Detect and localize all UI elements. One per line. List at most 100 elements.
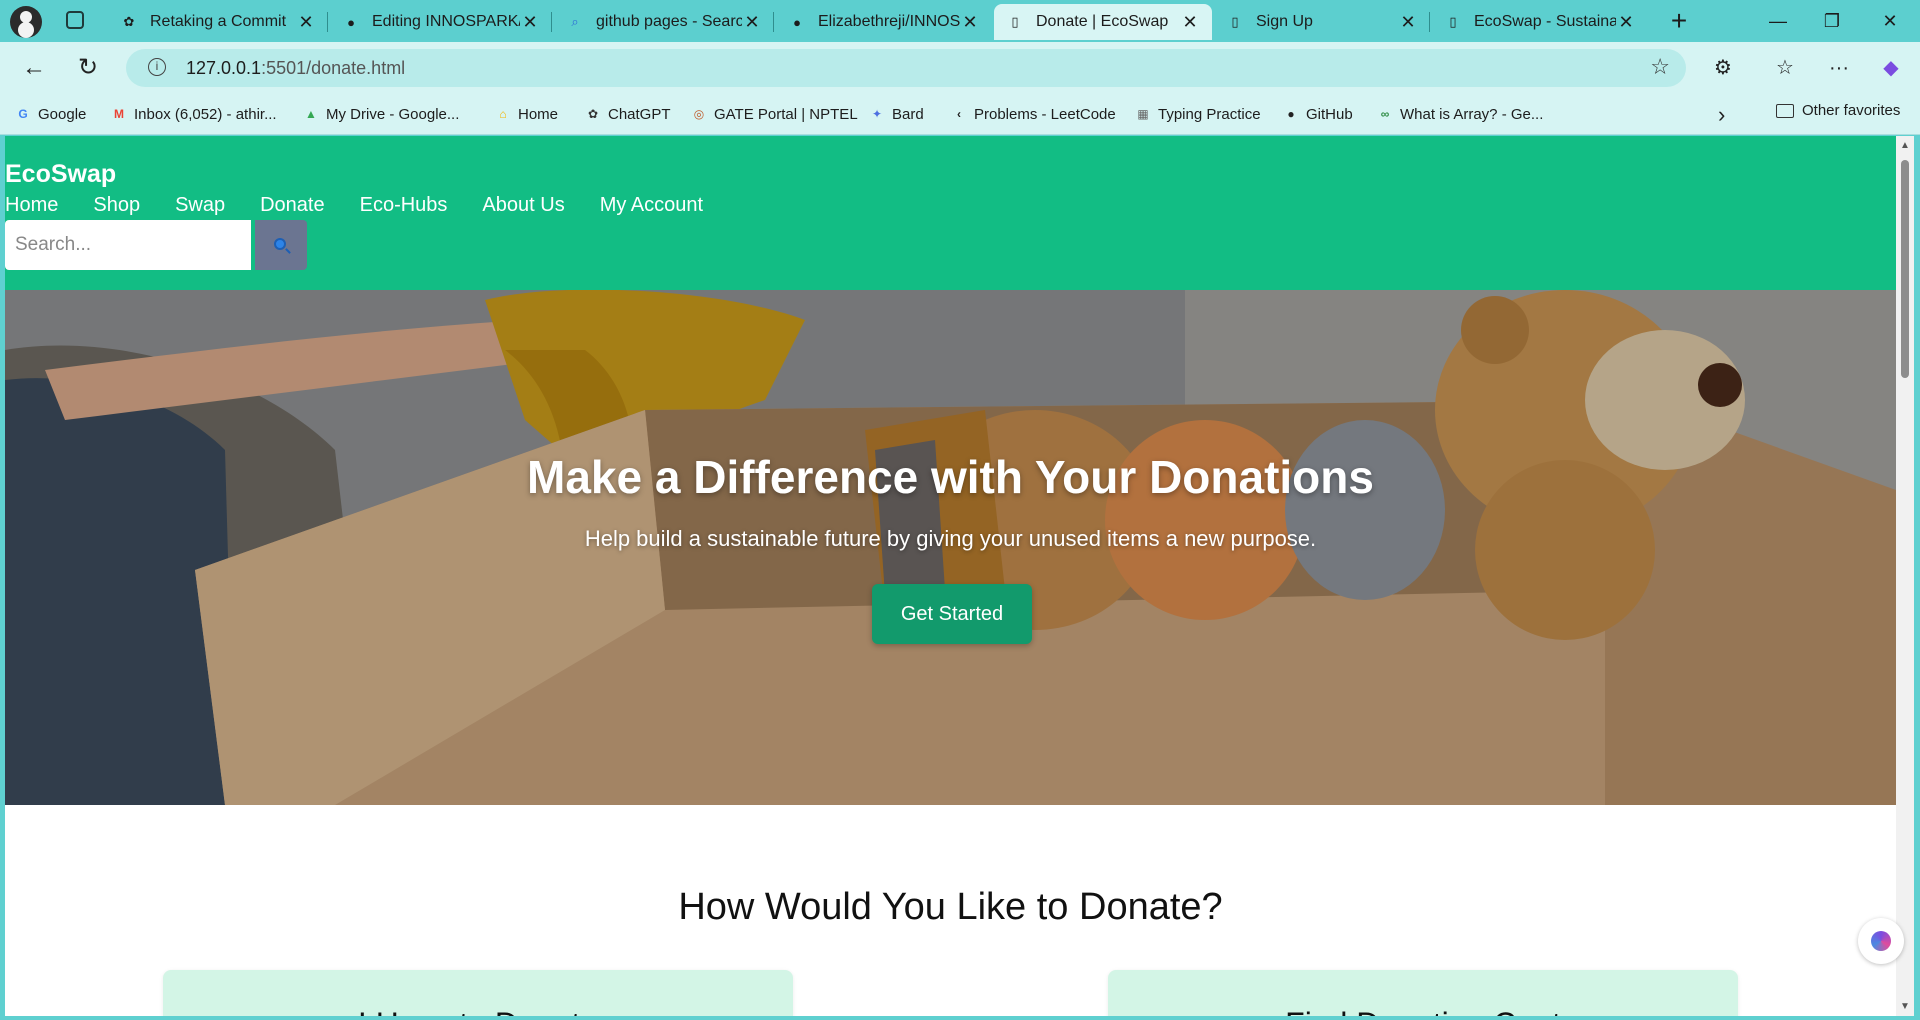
browser-tab-active[interactable]: ▯ Donate | EcoSwap ✕ — [994, 4, 1212, 40]
close-tab-icon[interactable]: ✕ — [1398, 12, 1418, 33]
github-icon: ● — [1287, 107, 1295, 121]
url-path: :5501/donate.html — [261, 58, 406, 78]
back-arrow-icon[interactable]: ← — [18, 52, 50, 84]
chatgpt-icon: ✿ — [587, 107, 599, 121]
bookmark-label: GitHub — [1306, 105, 1353, 123]
nav-link-my-account[interactable]: My Account — [600, 194, 703, 217]
bookmark-label: ChatGPT — [608, 105, 671, 123]
chatgpt-icon: ✿ — [123, 14, 135, 29]
browser-tab[interactable]: ● Editing INNOSPARK/R ✕ — [330, 4, 552, 40]
nav-link-home[interactable]: Home — [5, 194, 58, 217]
bookmark-item[interactable]: ● GitHub — [1282, 102, 1353, 126]
minimize-button[interactable]: — — [1748, 6, 1808, 36]
tab-strip: ✿ Retaking a Commit ✕ ● Editing INNOSPAR… — [0, 0, 1920, 42]
bookmark-item[interactable]: ▲ My Drive - Google... — [302, 102, 459, 126]
leetcode-icon: ‹ — [957, 107, 961, 121]
nav-link-eco-hubs[interactable]: Eco-Hubs — [360, 194, 448, 217]
browser-tab[interactable]: ✿ Retaking a Commit ✕ — [108, 4, 328, 40]
tab-divider — [773, 12, 774, 32]
tab-divider — [327, 12, 328, 32]
nav-link-about-us[interactable]: About Us — [482, 194, 564, 217]
bookmark-item[interactable]: ✦ Bard — [868, 102, 924, 126]
bookmark-label: Bard — [892, 105, 924, 123]
favorite-star-icon[interactable]: ☆ — [1650, 54, 1670, 80]
gmail-icon: M — [114, 107, 124, 121]
favorites-icon[interactable]: ☆ — [1770, 53, 1800, 83]
page-icon: ▯ — [1449, 14, 1457, 29]
bookmark-label: GATE Portal | NPTEL — [714, 105, 858, 123]
hero-banner: Make a Difference with Your Donations He… — [5, 290, 1896, 805]
site-header: EcoSwap Home Shop Swap Donate Eco-Hubs A… — [5, 136, 1896, 290]
folder-icon — [1776, 103, 1794, 118]
copilot-icon[interactable]: ◆ — [1876, 53, 1906, 83]
tab-title: Sign Up — [1256, 13, 1313, 30]
search-icon: ⌕ — [571, 14, 579, 29]
page-icon: ▯ — [1011, 14, 1019, 29]
scrollbar-thumb[interactable] — [1901, 160, 1909, 378]
browser-tab[interactable]: ▯ Sign Up ✕ — [1214, 4, 1430, 40]
new-tab-button[interactable]: + — [1664, 6, 1694, 36]
profile-avatar-icon[interactable] — [10, 6, 42, 38]
typing-icon: ▦ — [1137, 107, 1149, 121]
scroll-down-arrow-icon[interactable]: ▼ — [1900, 1001, 1910, 1012]
page-icon: ▯ — [1231, 14, 1239, 29]
home-icon: ⌂ — [499, 107, 507, 121]
close-tab-icon[interactable]: ✕ — [742, 12, 762, 33]
github-icon: ● — [347, 14, 355, 30]
other-favorites-folder[interactable]: Other favorites — [1776, 102, 1900, 119]
bookmark-item[interactable]: ‹ Problems - LeetCode — [950, 102, 1116, 126]
page-scrollbar[interactable]: ▲ ▼ — [1896, 136, 1914, 1016]
workspaces-icon[interactable] — [66, 11, 84, 29]
bookmark-item[interactable]: M Inbox (6,052) - athir... — [110, 102, 277, 126]
nav-link-donate[interactable]: Donate — [260, 194, 325, 217]
tab-title: EcoSwap - Sustainable — [1474, 13, 1616, 30]
nav-link-shop[interactable]: Shop — [93, 194, 140, 217]
bookmark-item[interactable]: ▦ Typing Practice — [1134, 102, 1261, 126]
close-window-button[interactable]: ✕ — [1860, 6, 1920, 36]
more-bookmarks-chevron-icon[interactable]: › — [1718, 102, 1725, 128]
close-tab-icon[interactable]: ✕ — [1616, 12, 1636, 33]
find-donation-center-card[interactable]: Find Donation Cent — [1108, 970, 1738, 1016]
browser-tab[interactable]: ● Elizabethreji/INNOSPA ✕ — [776, 4, 992, 40]
scroll-up-arrow-icon[interactable]: ▲ — [1900, 140, 1910, 151]
card-title: I Have to Donate — [163, 1006, 793, 1016]
bookmark-label: Typing Practice — [1158, 105, 1261, 123]
bookmark-item[interactable]: ⌂ Home — [494, 102, 558, 126]
donate-items-card[interactable]: I Have to Donate — [163, 970, 793, 1016]
site-info-icon[interactable]: i — [148, 58, 166, 76]
browser-tab[interactable]: ⌕ github pages - Search ✕ — [554, 4, 774, 40]
nav-link-swap[interactable]: Swap — [175, 194, 225, 217]
address-bar[interactable]: i 127.0.0.1:5501/donate.html ☆ — [126, 49, 1686, 87]
reload-icon[interactable]: ↻ — [72, 52, 104, 84]
assistant-brain-icon[interactable] — [1858, 918, 1904, 964]
search-icon — [274, 238, 286, 250]
bookmark-label: Home — [518, 105, 559, 123]
bookmark-item[interactable]: G Google — [14, 102, 86, 126]
tab-title: github pages - Search — [596, 13, 742, 30]
url-text[interactable]: 127.0.0.1:5501/donate.html — [186, 58, 405, 79]
get-started-button[interactable]: Get Started — [872, 584, 1032, 644]
close-tab-icon[interactable]: ✕ — [1180, 12, 1200, 33]
bookmark-item[interactable]: ◎ GATE Portal | NPTEL — [690, 102, 858, 126]
search-button[interactable] — [255, 220, 307, 270]
search-input[interactable] — [5, 220, 251, 270]
bookmark-label: Problems - LeetCode — [974, 105, 1116, 123]
close-tab-icon[interactable]: ✕ — [960, 12, 980, 33]
other-favorites-label: Other favorites — [1802, 102, 1901, 119]
card-title: Find Donation Cent — [1108, 1006, 1738, 1016]
browser-tab[interactable]: ▯ EcoSwap - Sustainable ✕ — [1432, 4, 1648, 40]
tab-divider — [551, 12, 552, 32]
restore-button[interactable]: ❐ — [1802, 6, 1862, 36]
url-host: 127.0.0.1 — [186, 58, 262, 78]
tab-divider — [1429, 12, 1430, 32]
bookmark-item[interactable]: ✿ ChatGPT — [584, 102, 671, 126]
close-tab-icon[interactable]: ✕ — [296, 12, 316, 33]
browser-toolbar: ← ↻ i 127.0.0.1:5501/donate.html ☆ ⚙ ☆ ·… — [0, 42, 1920, 94]
site-logo[interactable]: EcoSwap — [5, 160, 116, 189]
bard-icon: ✦ — [871, 107, 883, 121]
more-menu-icon[interactable]: ··· — [1824, 53, 1854, 83]
bookmark-label: Inbox (6,052) - athir... — [134, 105, 277, 123]
bookmark-item[interactable]: ∞ What is Array? - Ge... — [1376, 102, 1544, 126]
close-tab-icon[interactable]: ✕ — [520, 12, 540, 33]
extensions-icon[interactable]: ⚙ — [1708, 53, 1738, 83]
